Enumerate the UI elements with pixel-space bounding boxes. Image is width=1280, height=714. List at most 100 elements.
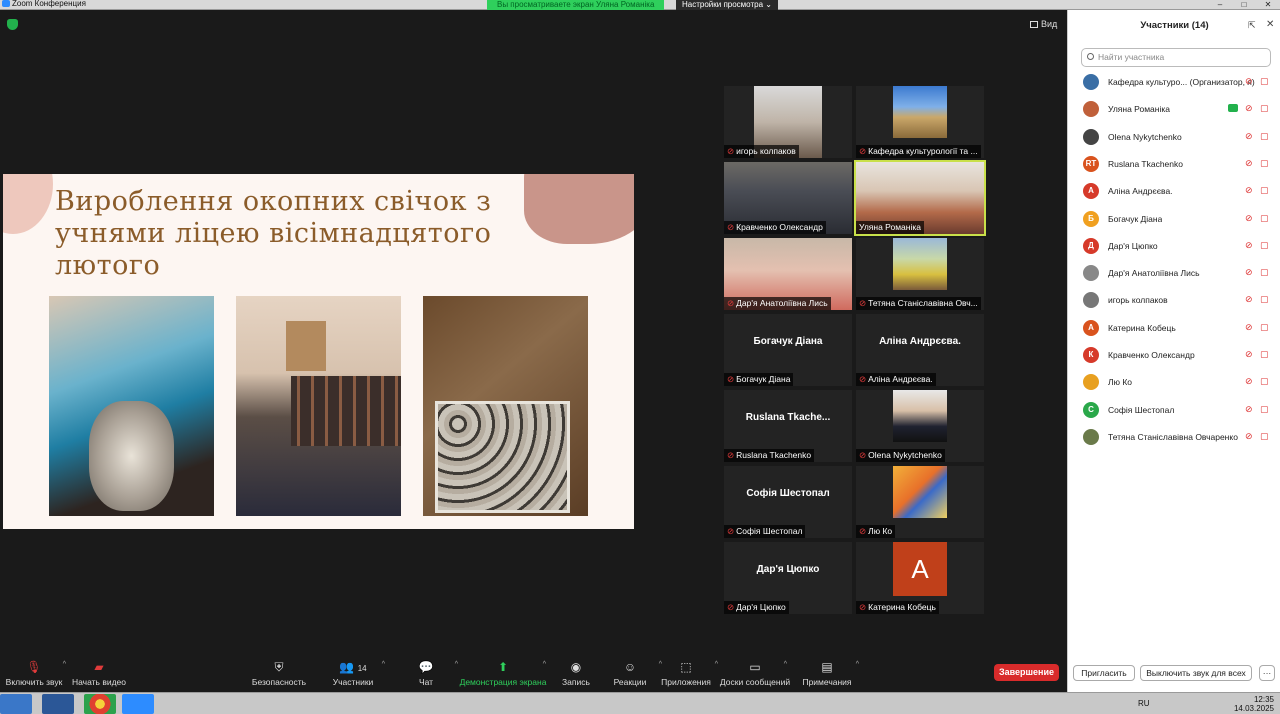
participant-row[interactable]: К Кравченко Олександр ⊘ ▢ bbox=[1068, 342, 1280, 369]
mic-muted-icon[interactable]: ⊘ bbox=[1245, 267, 1253, 278]
camera-off-icon[interactable]: ▢ bbox=[1260, 376, 1269, 387]
tile-name: ⊘ Olena Nykytchenko bbox=[856, 449, 945, 462]
apps-label: Приложения bbox=[661, 677, 711, 687]
avatar: С bbox=[1083, 401, 1099, 418]
mic-muted-icon[interactable]: ⊘ bbox=[1245, 322, 1253, 333]
mic-muted-icon[interactable]: ⊘ bbox=[1245, 404, 1253, 415]
participant-row[interactable]: Уляна Романіка ⊘ ▢ bbox=[1068, 96, 1280, 123]
invite-button[interactable]: Пригласить bbox=[1073, 665, 1135, 681]
video-tile[interactable]: Богачук Діана ⊘ Богачук Діана bbox=[724, 314, 852, 386]
camera-off-icon[interactable]: ▢ bbox=[1260, 294, 1269, 305]
mute-all-button[interactable]: Выключить звук для всех bbox=[1140, 665, 1252, 681]
video-tile[interactable]: ⊘ игорь колпаков bbox=[724, 86, 852, 158]
mic-muted-icon[interactable]: ⊘ bbox=[1245, 240, 1253, 251]
zoom-taskbar-icon[interactable] bbox=[122, 694, 154, 714]
mic-muted-icon: ⊘ bbox=[727, 146, 735, 156]
tile-name: ⊘ Катерина Кобець bbox=[856, 601, 939, 614]
camera-off-icon[interactable]: ▢ bbox=[1260, 349, 1269, 360]
video-tile[interactable]: Софія Шестопал ⊘ Софія Шестопал bbox=[724, 466, 852, 538]
camera-off-icon[interactable]: ▢ bbox=[1260, 431, 1269, 442]
mic-muted-icon[interactable]: ⊘ bbox=[1245, 76, 1253, 87]
participant-row[interactable]: Б Богачук Діана ⊘ ▢ bbox=[1068, 206, 1280, 233]
participant-row[interactable]: Кафедра культуро... (Организатор, я) ⊘ ▢ bbox=[1068, 69, 1280, 96]
participant-photo bbox=[893, 466, 947, 518]
mic-muted-icon[interactable]: ⊘ bbox=[1245, 185, 1253, 196]
mic-muted-icon[interactable]: ⊘ bbox=[1245, 158, 1253, 169]
tin-can bbox=[89, 401, 174, 511]
video-tile[interactable]: ⊘ Лю Ко bbox=[856, 466, 984, 538]
camera-off-icon[interactable]: ▢ bbox=[1260, 240, 1269, 251]
camera-off-icon[interactable]: ▢ bbox=[1260, 404, 1269, 415]
language-indicator[interactable]: RU bbox=[1138, 699, 1150, 708]
participant-row[interactable]: Olena Nykytchenko ⊘ ▢ bbox=[1068, 124, 1280, 151]
more-options-button[interactable]: ··· bbox=[1259, 665, 1275, 681]
chevron-up-icon[interactable]: ^ bbox=[382, 661, 385, 668]
video-tile[interactable]: ⊘ Кафедра культурології та ... bbox=[856, 86, 984, 158]
camera-off-icon[interactable]: ▢ bbox=[1260, 158, 1269, 169]
participant-row[interactable]: Д Дар'я Цюпко ⊘ ▢ bbox=[1068, 233, 1280, 260]
word-icon[interactable] bbox=[42, 694, 74, 714]
end-meeting-button[interactable]: Завершение bbox=[994, 664, 1059, 681]
mic-muted-icon[interactable]: ⊘ bbox=[1245, 213, 1253, 224]
clock-date: 14.03.2025 bbox=[1233, 704, 1274, 713]
camera-off-icon[interactable]: ▢ bbox=[1260, 103, 1269, 114]
participant-search-input[interactable]: Найти участника bbox=[1081, 48, 1271, 67]
camera-off-icon: ▰ bbox=[94, 660, 104, 674]
chevron-down-icon: ⌄ bbox=[765, 0, 772, 9]
mic-muted-icon: ⊘ bbox=[727, 526, 735, 536]
active-speaker-tile[interactable]: Уляна Романіка bbox=[854, 160, 986, 236]
mic-muted-icon[interactable]: ⊘ bbox=[1245, 294, 1253, 305]
mic-muted-icon[interactable]: ⊘ bbox=[1245, 376, 1253, 387]
participants-button[interactable]: 👥 14 Участники ^ bbox=[313, 658, 393, 687]
camera-off-icon[interactable]: ▢ bbox=[1260, 185, 1269, 196]
popout-icon[interactable]: ⇱ bbox=[1248, 20, 1256, 31]
camera-off-icon[interactable]: ▢ bbox=[1260, 213, 1269, 224]
system-clock[interactable]: 12:35 14.03.2025 bbox=[1234, 695, 1274, 713]
tile-name-label: Лю Ко bbox=[868, 526, 893, 536]
participant-row[interactable]: С Софія Шестопал ⊘ ▢ bbox=[1068, 397, 1280, 424]
video-tile[interactable]: ⊘ Olena Nykytchenko bbox=[856, 390, 984, 462]
participant-row[interactable]: Тетяна Станіславівна Овчаренко ⊘ ▢ bbox=[1068, 424, 1280, 451]
camera-off-icon[interactable]: ▢ bbox=[1260, 131, 1269, 142]
chevron-up-icon[interactable]: ^ bbox=[856, 661, 859, 668]
participant-name: Софія Шестопал bbox=[1108, 404, 1175, 415]
video-tile[interactable]: A ⊘ Катерина Кобець bbox=[856, 542, 984, 614]
mic-muted-icon[interactable]: ⊘ bbox=[1245, 131, 1253, 142]
camera-off-icon[interactable]: ▢ bbox=[1260, 76, 1269, 87]
video-tile[interactable]: ⊘ Дар'я Анатоліївна Лись bbox=[724, 238, 852, 310]
participant-row[interactable]: А Катерина Кобець ⊘ ▢ bbox=[1068, 315, 1280, 342]
minimize-button[interactable]: – bbox=[1208, 0, 1232, 10]
video-tile[interactable]: Аліна Андрєєва. ⊘ Аліна Андрєєва. bbox=[856, 314, 984, 386]
participant-row[interactable]: игорь колпаков ⊘ ▢ bbox=[1068, 287, 1280, 314]
chrome-icon[interactable] bbox=[84, 694, 116, 714]
camera-off-icon[interactable]: ▢ bbox=[1260, 267, 1269, 278]
tile-name-label: Кравченко Олександр bbox=[736, 222, 823, 232]
mic-muted-icon[interactable]: ⊘ bbox=[1245, 349, 1253, 360]
mic-muted-icon[interactable]: ⊘ bbox=[1245, 431, 1253, 442]
security-shield-icon[interactable] bbox=[7, 19, 18, 30]
close-button[interactable]: ✕ bbox=[1256, 0, 1280, 10]
participant-row[interactable]: Лю Ко ⊘ ▢ bbox=[1068, 369, 1280, 396]
mic-muted-icon: ⊘ bbox=[727, 222, 735, 232]
participant-row[interactable]: RT Ruslana Tkachenko ⊘ ▢ bbox=[1068, 151, 1280, 178]
notes-button[interactable]: ▤ Примечания ^ bbox=[787, 658, 867, 687]
close-panel-icon[interactable]: ✕ bbox=[1266, 19, 1274, 30]
tile-name: ⊘ Кафедра культурології та ... bbox=[856, 145, 981, 158]
apps-button[interactable]: ⬚ Приложения ^ bbox=[646, 658, 726, 687]
participant-row[interactable]: Дар'я Анатоліївна Лись ⊘ ▢ bbox=[1068, 260, 1280, 287]
participant-row[interactable]: А Аліна Андрєєва. ⊘ ▢ bbox=[1068, 178, 1280, 205]
whiteboards-button[interactable]: ▭ Доски сообщений ^ bbox=[715, 658, 795, 687]
video-tile[interactable]: ⊘ Кравченко Олександр bbox=[724, 162, 852, 234]
view-button[interactable]: Вид bbox=[1030, 19, 1057, 29]
mic-muted-icon[interactable]: ⊘ bbox=[1245, 103, 1253, 114]
view-options-button[interactable]: Настройки просмотра ⌄ bbox=[676, 0, 778, 10]
start-video-button[interactable]: ▰ Начать видео bbox=[59, 658, 139, 687]
video-tile[interactable]: ⊘ Тетяна Станіславівна Овч... bbox=[856, 238, 984, 310]
video-tile[interactable]: Ruslana Tkache... ⊘ Ruslana Tkachenko bbox=[724, 390, 852, 462]
maximize-button[interactable]: □ bbox=[1232, 0, 1256, 10]
camera-off-icon[interactable]: ▢ bbox=[1260, 322, 1269, 333]
start-menu-icon[interactable] bbox=[0, 694, 32, 714]
video-tile[interactable]: Дар'я Цюпко ⊘ Дар'я Цюпко bbox=[724, 542, 852, 614]
security-button[interactable]: ⛨ Безопасность bbox=[239, 658, 319, 687]
tile-name: ⊘ Дар'я Анатоліївна Лись bbox=[724, 297, 831, 310]
